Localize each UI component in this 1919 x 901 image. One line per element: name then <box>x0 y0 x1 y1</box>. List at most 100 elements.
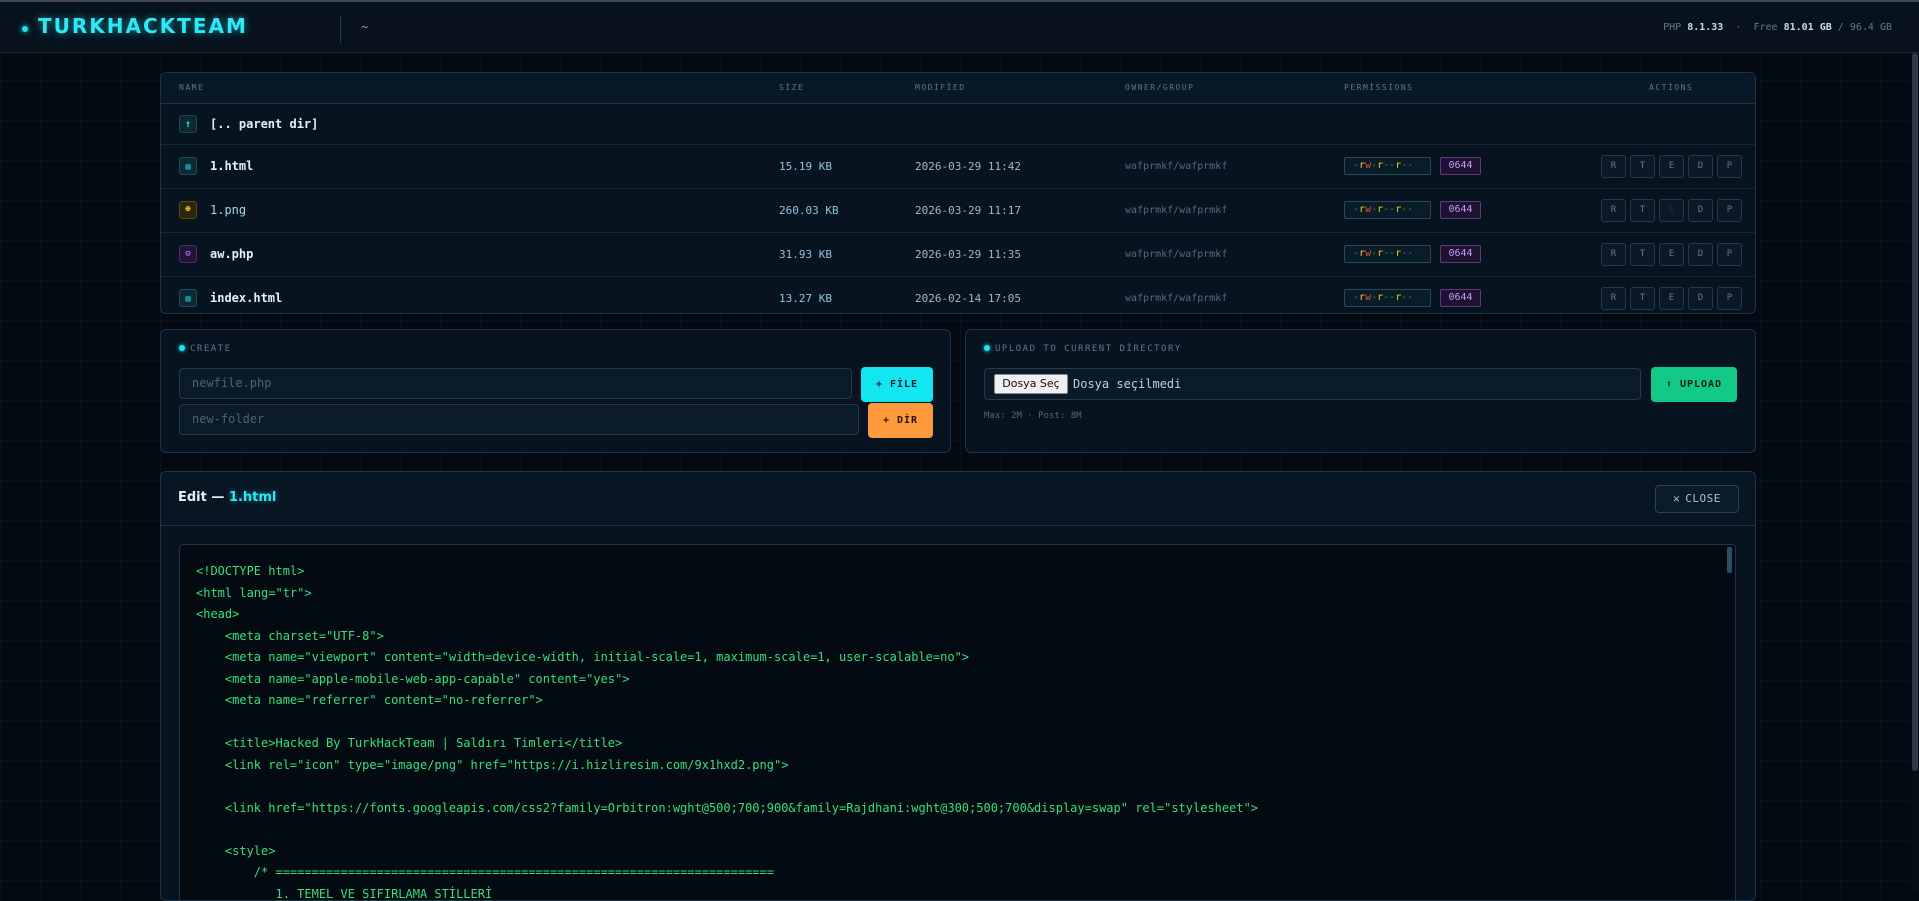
close-button[interactable]: ✕ CLOSE <box>1655 485 1739 513</box>
delete-button[interactable]: D <box>1688 287 1713 310</box>
rename-button[interactable]: R <box>1601 199 1626 222</box>
current-path[interactable]: ~ <box>361 20 368 34</box>
delete-button[interactable]: D <box>1688 155 1713 178</box>
code-textarea[interactable]: <!DOCTYPE html><html lang="tr"><head> <m… <box>179 544 1736 901</box>
rename-button[interactable]: R <box>1601 287 1626 310</box>
table-header: NAME SİZE MODİFİED OWNER/GROUP PERMİSSİO… <box>161 73 1755 104</box>
code-line: <link href="https://fonts.googleapis.com… <box>196 798 1258 820</box>
code-line <box>196 819 1258 841</box>
file-modified: 2026-03-29 11:42 <box>915 160 1021 173</box>
edit-button[interactable]: E <box>1659 199 1684 222</box>
file-modified: 2026-02-14 17:05 <box>915 292 1021 305</box>
code-line: <link rel="icon" type="image/png" href="… <box>196 755 1258 777</box>
code-line: <title>Hacked By TurkHackTeam | Saldırı … <box>196 733 1258 755</box>
image-file-icon: ☻ <box>179 201 197 219</box>
header-divider <box>340 16 341 43</box>
file-upload-input[interactable]: Dosya Seç Dosya seçilmedi <box>984 368 1641 400</box>
column-permissions[interactable]: PERMİSSİONS <box>1344 83 1413 92</box>
code-line: <!DOCTYPE html> <box>196 561 1258 583</box>
column-owner[interactable]: OWNER/GROUP <box>1125 83 1194 92</box>
file-size: 15.19 KB <box>779 160 832 173</box>
file-row[interactable]: ☻1.png260.03 KB2026-03-29 11:17wafprmkf/… <box>161 189 1755 233</box>
file-modified: 2026-03-29 11:17 <box>915 204 1021 217</box>
file-modified: 2026-03-29 11:35 <box>915 248 1021 261</box>
file-name-link[interactable]: aw.php <box>210 247 253 261</box>
create-file-button[interactable]: + FİLE <box>861 367 933 402</box>
choose-file-button[interactable]: Dosya Seç <box>994 374 1068 394</box>
touch-button[interactable]: T <box>1630 155 1655 178</box>
code-content[interactable]: <!DOCTYPE html><html lang="tr"><head> <m… <box>196 561 1258 901</box>
touch-button[interactable]: T <box>1630 287 1655 310</box>
php-label: PHP <box>1663 22 1681 33</box>
editor-header: Edit — 1.html ✕ CLOSE <box>161 472 1755 526</box>
scrollbar-thumb[interactable] <box>1912 53 1918 771</box>
close-icon: ✕ <box>1673 492 1680 505</box>
permission-string[interactable]: -rw-r--r-- <box>1344 157 1431 175</box>
permissions-button[interactable]: P <box>1717 287 1742 310</box>
permissions-button[interactable]: P <box>1717 243 1742 266</box>
rename-button[interactable]: R <box>1601 243 1626 266</box>
free-label: Free <box>1753 22 1777 33</box>
permission-string[interactable]: -rw-r--r-- <box>1344 245 1431 263</box>
permission-octal[interactable]: 0644 <box>1440 201 1481 219</box>
code-line: <meta name="referrer" content="no-referr… <box>196 690 1258 712</box>
new-file-input[interactable]: newfile.php <box>179 368 852 399</box>
space-slash: / <box>1838 22 1844 33</box>
touch-button[interactable]: T <box>1630 199 1655 222</box>
editor-title-prefix: Edit — <box>178 490 224 505</box>
no-file-label: Dosya seçilmedi <box>1073 377 1181 391</box>
file-row[interactable]: ▥index.html13.27 KB2026-02-14 17:05wafpr… <box>161 277 1755 314</box>
file-editor: Edit — 1.html ✕ CLOSE <!DOCTYPE html><htm… <box>160 471 1756 901</box>
code-line: <style> <box>196 841 1258 863</box>
column-size[interactable]: SİZE <box>779 83 804 92</box>
system-info: PHP 8.1.33 · Free 81.01 GB / 96.4 GB <box>1663 22 1892 33</box>
file-name-link[interactable]: 1.html <box>210 159 253 173</box>
status-dot-icon <box>984 345 990 351</box>
upload-button[interactable]: ⬆ UPLOAD <box>1651 367 1737 402</box>
column-name[interactable]: NAME <box>179 83 204 92</box>
new-folder-input[interactable]: new-folder <box>179 404 859 435</box>
permission-octal[interactable]: 0644 <box>1440 289 1481 307</box>
close-label: CLOSE <box>1685 492 1721 505</box>
edit-button[interactable]: E <box>1659 155 1684 178</box>
html-file-icon: ▥ <box>179 289 197 307</box>
permission-octal[interactable]: 0644 <box>1440 157 1481 175</box>
file-row[interactable]: ⚙aw.php31.93 KB2026-03-29 11:35wafprmkf/… <box>161 233 1755 277</box>
edit-button[interactable]: E <box>1659 243 1684 266</box>
file-row[interactable]: ▥1.html15.19 KB2026-03-29 11:42wafprmkf/… <box>161 145 1755 189</box>
code-line: <meta name="viewport" content="width=dev… <box>196 647 1258 669</box>
free-space: 81.01 GB <box>1784 22 1832 33</box>
code-line: <head> <box>196 604 1258 626</box>
touch-button[interactable]: T <box>1630 243 1655 266</box>
create-panel: CREATE newfile.php + FİLE new-folder + D… <box>160 329 951 453</box>
code-scrollbar[interactable] <box>1727 547 1732 573</box>
create-title: CREATE <box>179 344 232 354</box>
upload-title: UPLOAD TO CURRENT DİRECTORY <box>984 344 1182 354</box>
delete-button[interactable]: D <box>1688 243 1713 266</box>
column-modified[interactable]: MODİFİED <box>915 83 966 92</box>
create-dir-button[interactable]: + DİR <box>868 403 933 438</box>
parent-dir-row[interactable]: ↑ [.. parent dir] <box>161 104 1755 145</box>
php-version: 8.1.33 <box>1687 22 1723 33</box>
editor-filename: 1.html <box>229 490 276 505</box>
delete-button[interactable]: D <box>1688 199 1713 222</box>
permissions-button[interactable]: P <box>1717 199 1742 222</box>
parent-dir-link[interactable]: [.. parent dir] <box>210 117 318 131</box>
permission-string[interactable]: -rw-r--r-- <box>1344 201 1431 219</box>
permissions-button[interactable]: P <box>1717 155 1742 178</box>
row-actions: RTEDP <box>1601 287 1742 310</box>
upload-limits: Max: 2M · Post: 8M <box>984 411 1082 421</box>
row-actions: RTEDP <box>1601 199 1742 222</box>
edit-button[interactable]: E <box>1659 287 1684 310</box>
brand-logo[interactable]: TURKHACKTEAM <box>38 14 248 38</box>
code-line <box>196 712 1258 734</box>
permission-string[interactable]: -rw-r--r-- <box>1344 289 1431 307</box>
file-name-link[interactable]: index.html <box>210 291 282 305</box>
file-owner: wafprmkf/wafprmkf <box>1125 161 1227 172</box>
permission-octal[interactable]: 0644 <box>1440 245 1481 263</box>
rename-button[interactable]: R <box>1601 155 1626 178</box>
page-scrollbar[interactable] <box>1911 53 1919 890</box>
file-name-link[interactable]: 1.png <box>210 203 246 217</box>
row-actions: RTEDP <box>1601 243 1742 266</box>
php-file-icon: ⚙ <box>179 245 197 263</box>
